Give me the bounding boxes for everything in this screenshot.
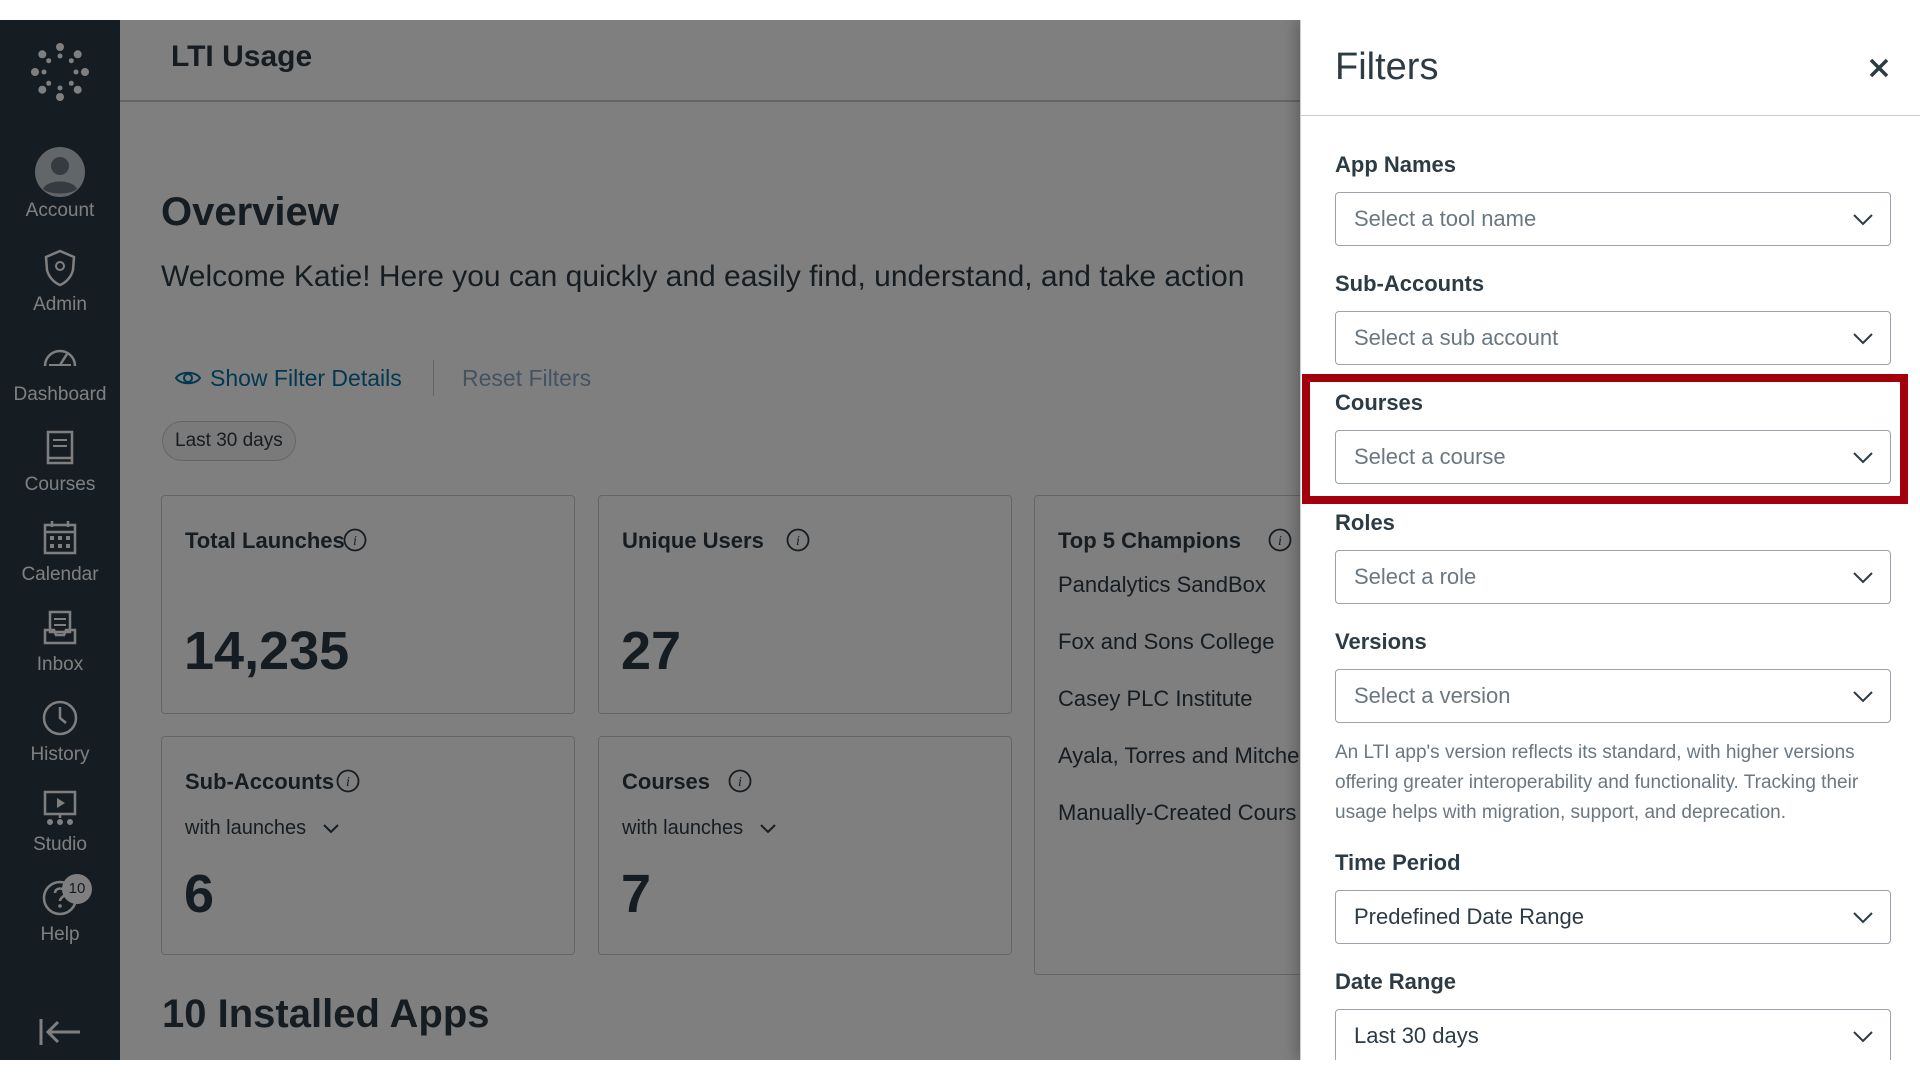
versions-label: Versions — [1335, 629, 1427, 654]
chevron-down-icon — [1853, 572, 1873, 584]
chevron-down-icon — [1853, 333, 1873, 345]
versions-placeholder: Select a version — [1354, 683, 1511, 708]
chevron-down-icon — [1853, 214, 1873, 226]
courses-placeholder: Select a course — [1354, 444, 1506, 469]
app-names-select[interactable]: Select a tool name — [1335, 192, 1891, 246]
filters-tray: Filters App Names Select a tool name Sub… — [1300, 20, 1920, 1060]
time-period-label: Time Period — [1335, 850, 1461, 875]
sub-accounts-placeholder: Select a sub account — [1354, 325, 1559, 350]
courses-label: Courses — [1335, 390, 1424, 415]
chevron-down-icon — [1853, 691, 1873, 703]
time-period-value: Predefined Date Range — [1354, 904, 1584, 929]
close-icon[interactable] — [1861, 50, 1897, 86]
app-frame: Account Admin Dashboard Co — [0, 20, 1920, 1060]
chevron-down-icon — [1853, 452, 1873, 464]
time-period-select[interactable]: Predefined Date Range — [1335, 890, 1891, 944]
app-names-placeholder: Select a tool name — [1354, 206, 1537, 231]
filters-header: Filters — [1301, 20, 1920, 116]
date-range-label: Date Range — [1335, 969, 1457, 994]
chevron-down-icon — [1853, 1031, 1873, 1043]
versions-hint-text: An LTI app's version reflects its standa… — [1335, 742, 1859, 823]
sub-accounts-label: Sub-Accounts — [1335, 271, 1485, 296]
roles-placeholder: Select a role — [1354, 564, 1477, 589]
roles-select[interactable]: Select a role — [1335, 550, 1891, 604]
app-names-label: App Names — [1335, 152, 1457, 177]
versions-select[interactable]: Select a version — [1335, 669, 1891, 723]
date-range-value: Last 30 days — [1354, 1023, 1479, 1048]
courses-select[interactable]: Select a course — [1335, 430, 1891, 484]
chevron-down-icon — [1853, 912, 1873, 924]
date-range-select[interactable]: Last 30 days — [1335, 1009, 1891, 1060]
sub-accounts-select[interactable]: Select a sub account — [1335, 311, 1891, 365]
roles-label: Roles — [1335, 510, 1395, 535]
filters-title: Filters — [1335, 46, 1439, 88]
